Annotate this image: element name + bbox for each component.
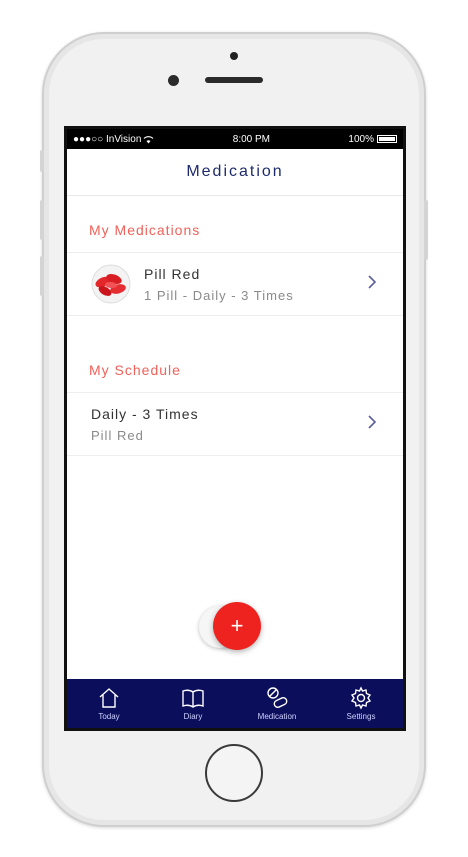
battery-percent: 100% [348, 133, 374, 145]
pills-icon [267, 687, 288, 708]
schedule-medication: Pill Red [91, 427, 144, 443]
tab-today-label: Today [98, 712, 120, 721]
tab-today[interactable]: Today [74, 686, 144, 721]
add-medication-button[interactable]: + [213, 602, 261, 650]
pill-avatar [91, 264, 131, 304]
schedule-title: Daily - 3 Times [91, 405, 199, 422]
schedule-row[interactable]: Daily - 3 Times Pill Red [67, 392, 403, 456]
add-medication-fab-group: + [199, 602, 265, 652]
app-screen: ●●●○○ InVision 8:00 PM 100% Medication M… [64, 126, 406, 731]
wifi-icon [143, 135, 154, 143]
book-icon [182, 689, 204, 708]
tab-diary-label: Diary [183, 712, 203, 721]
medication-details: 1 Pill - Daily - 3 Times [144, 287, 294, 303]
chevron-right-icon [367, 413, 377, 436]
my-schedule-header: My Schedule [89, 362, 181, 378]
earpiece-speaker [205, 77, 263, 83]
status-bar: ●●●○○ InVision 8:00 PM 100% [67, 129, 403, 149]
medication-row[interactable]: Pill Red 1 Pill - Daily - 3 Times [67, 252, 403, 316]
tab-settings[interactable]: Settings [326, 686, 396, 721]
gear-icon [350, 686, 372, 710]
tab-medication[interactable]: Medication [242, 686, 312, 721]
chevron-right-icon [367, 273, 377, 296]
my-medications-header: My Medications [89, 222, 201, 238]
medication-name: Pill Red [144, 265, 201, 282]
tab-diary[interactable]: Diary [158, 686, 228, 721]
tab-settings-label: Settings [346, 712, 376, 721]
page-title: Medication [67, 149, 403, 196]
volume-up-button [40, 200, 44, 240]
house-icon [99, 688, 119, 708]
front-camera [168, 75, 179, 86]
mute-switch [40, 150, 44, 172]
home-button[interactable] [205, 744, 263, 802]
power-button [424, 200, 428, 260]
battery-icon [376, 135, 397, 143]
proximity-sensor [230, 52, 238, 60]
tab-medication-label: Medication [257, 712, 297, 721]
carrier-label: ●●●○○ InVision [73, 133, 142, 145]
status-time: 8:00 PM [232, 133, 271, 145]
volume-down-button [40, 256, 44, 296]
tab-bar: Today Diary Medication Settings [67, 679, 403, 728]
